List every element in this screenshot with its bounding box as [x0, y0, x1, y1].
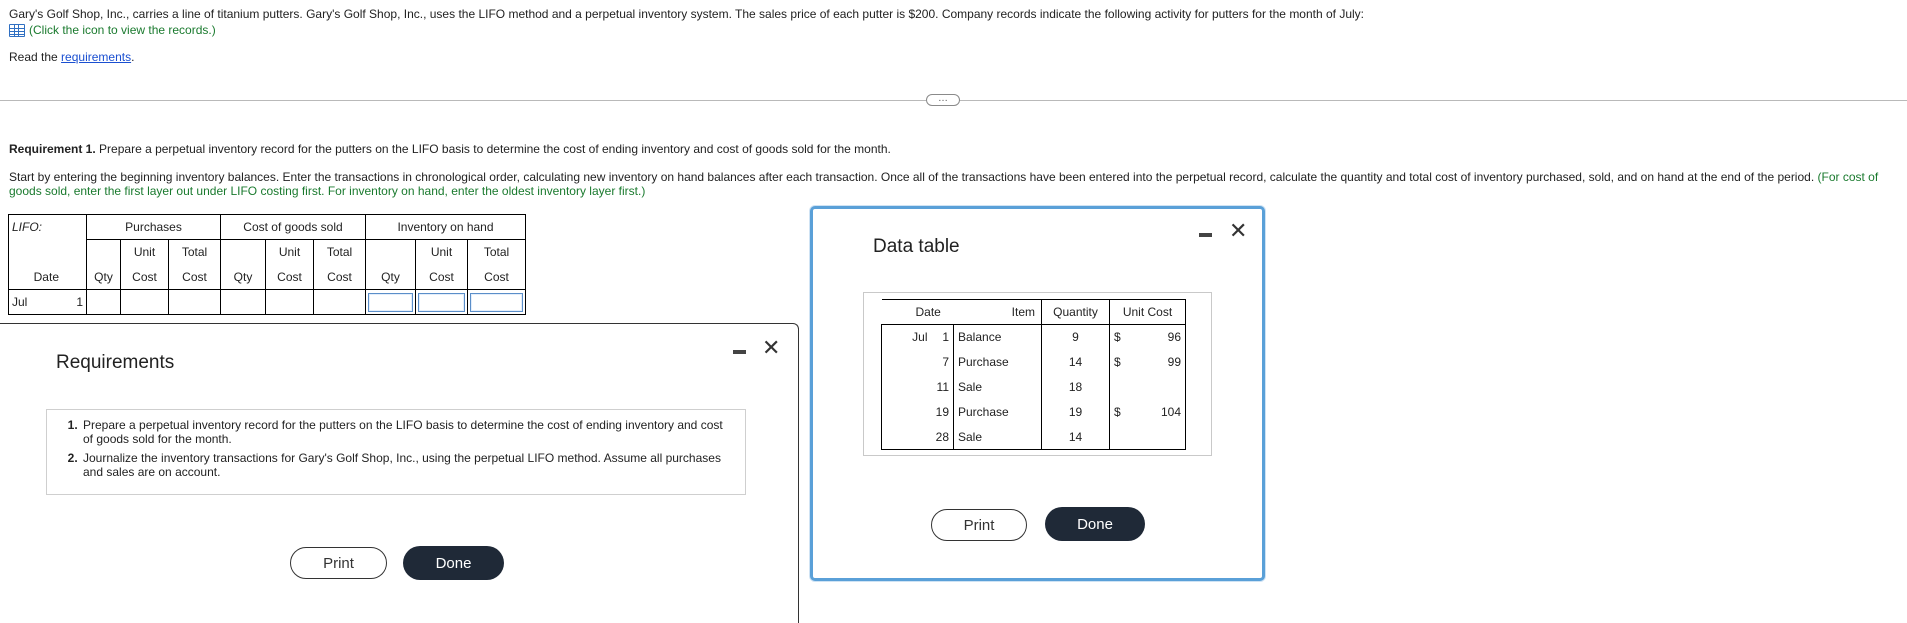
- row-day: 28: [927, 424, 954, 450]
- purchases-total-cost-cell: [168, 289, 221, 315]
- requirements-minimize-icon[interactable]: [733, 350, 746, 354]
- period: .: [131, 49, 135, 64]
- row-currency: $: [1109, 399, 1130, 425]
- instructions-text: Start by entering the beginning inventor…: [9, 170, 1815, 184]
- lifo-table: LIFO: Purchases Cost of goods sold Inven…: [8, 214, 526, 315]
- inventory-qty-label: Qty: [365, 264, 416, 290]
- view-records-link[interactable]: (Click the icon to view the records.): [9, 22, 216, 38]
- inventory-unit-cost-input[interactable]: [418, 292, 465, 312]
- purchases-total-cost-label: Cost: [168, 264, 221, 290]
- table-icon[interactable]: [9, 23, 25, 37]
- row-cost: 96: [1129, 324, 1186, 350]
- inventory-qty-input[interactable]: [368, 292, 413, 312]
- problem-text: Gary's Golf Shop, Inc., carries a line o…: [9, 7, 1365, 21]
- cogs-qty-label: Qty: [220, 264, 266, 290]
- row-currency: [1109, 424, 1130, 450]
- requirement-1-text: Prepare a perpetual inventory record for…: [99, 142, 891, 156]
- header-item: Item: [953, 299, 1042, 325]
- requirement-1: Requirement 1. Prepare a perpetual inven…: [9, 142, 891, 156]
- row-day: 11: [936, 380, 949, 394]
- data-done-button[interactable]: Done: [1045, 507, 1145, 541]
- data-table-title: Data table: [873, 236, 960, 257]
- row-day: 1: [76, 295, 83, 309]
- purchases-qty-label: Qty: [86, 264, 121, 290]
- cogs-unit-label: Unit: [265, 239, 314, 265]
- data-close-icon[interactable]: ✕: [1229, 220, 1247, 242]
- row-qty: 14: [1041, 424, 1110, 450]
- row-month: Jul: [12, 295, 28, 309]
- cogs-header: Cost of goods sold: [220, 214, 366, 240]
- cogs-qty-cell: [220, 289, 266, 315]
- row-currency: $: [1109, 324, 1130, 350]
- requirements-print-button[interactable]: Print: [290, 547, 387, 579]
- row-item: Purchase: [953, 349, 1042, 375]
- table-row: 28 Sale 14: [881, 424, 1186, 450]
- data-table: Date Item Quantity Unit Cost Jul 1 Balan…: [881, 299, 1186, 450]
- data-print-button[interactable]: Print: [931, 509, 1027, 541]
- row-item: Purchase: [953, 399, 1042, 425]
- header-unit-cost: Unit Cost: [1109, 299, 1186, 325]
- data-minimize-icon[interactable]: [1199, 233, 1212, 237]
- expand-button[interactable]: …: [926, 94, 960, 106]
- row-cost: 104: [1129, 399, 1186, 425]
- row-item: Sale: [953, 424, 1042, 450]
- table-row: Jul 1 Balance 9 $ 96: [881, 324, 1186, 350]
- header-quantity: Quantity: [1041, 299, 1110, 325]
- requirements-link[interactable]: requirements: [61, 50, 131, 64]
- table-row: 7 Purchase 14 $ 99: [881, 349, 1186, 375]
- row-qty: 18: [1041, 374, 1110, 400]
- cogs-unit-cost-cell: [265, 289, 314, 315]
- table-row: 19 Purchase 19 $ 104: [881, 399, 1186, 425]
- problem-intro: Gary's Golf Shop, Inc., carries a line o…: [9, 6, 1889, 65]
- row-currency: [1109, 374, 1130, 400]
- purchases-cost-label: Cost: [120, 264, 169, 290]
- table-row: 11 Sale 18: [881, 374, 1186, 400]
- row-qty: 14: [1041, 349, 1110, 375]
- row-cost: [1129, 424, 1186, 450]
- row-cost: 99: [1129, 349, 1186, 375]
- table-row: Jul 1: [8, 289, 526, 315]
- row-qty: 9: [1041, 324, 1110, 350]
- requirements-list-box: Prepare a perpetual inventory record for…: [46, 409, 746, 495]
- inventory-total-cost-label: Cost: [467, 264, 526, 290]
- row-qty: 19: [1041, 399, 1110, 425]
- requirements-title: Requirements: [56, 352, 175, 373]
- purchases-unit-cost-cell: [120, 289, 169, 315]
- cogs-total-cost-label: Cost: [313, 264, 366, 290]
- row-day: 1: [942, 330, 949, 345]
- inventory-total-label: Total: [467, 239, 526, 265]
- lifo-label: LIFO:: [8, 214, 87, 240]
- purchases-header: Purchases: [86, 214, 221, 240]
- date-label: Date: [8, 264, 87, 290]
- row-month: Jul: [881, 324, 928, 350]
- inventory-cost-label: Cost: [415, 264, 468, 290]
- requirements-list: Prepare a perpetual inventory record for…: [47, 410, 745, 479]
- read-the-label: Read the: [9, 49, 58, 64]
- view-records-label[interactable]: (Click the icon to view the records.): [29, 22, 216, 38]
- row-day: 7: [942, 355, 949, 369]
- purchases-total-label: Total: [168, 239, 221, 265]
- row-item: Balance: [953, 324, 1042, 350]
- header-date: Date: [881, 299, 954, 325]
- inventory-total-cost-input[interactable]: [470, 292, 523, 312]
- cogs-total-label: Total: [313, 239, 366, 265]
- inventory-header: Inventory on hand: [365, 214, 526, 240]
- cogs-cost-label: Cost: [265, 264, 314, 290]
- row-date: Jul 1: [8, 289, 87, 315]
- row-item: Sale: [953, 374, 1042, 400]
- requirements-done-button[interactable]: Done: [403, 546, 504, 580]
- requirement-item-2: Journalize the inventory transactions fo…: [81, 451, 735, 479]
- requirement-1-label: Requirement 1.: [9, 142, 96, 156]
- row-day: 19: [935, 405, 949, 419]
- row-currency: $: [1109, 349, 1130, 375]
- requirements-close-icon[interactable]: ✕: [762, 337, 780, 359]
- cogs-total-cost-cell: [313, 289, 366, 315]
- inventory-unit-label: Unit: [415, 239, 468, 265]
- row-cost: [1129, 374, 1186, 400]
- instructions: Start by entering the beginning inventor…: [9, 170, 1901, 198]
- purchases-unit-label: Unit: [120, 239, 169, 265]
- requirement-item-1: Prepare a perpetual inventory record for…: [81, 418, 735, 446]
- purchases-qty-cell: [86, 289, 121, 315]
